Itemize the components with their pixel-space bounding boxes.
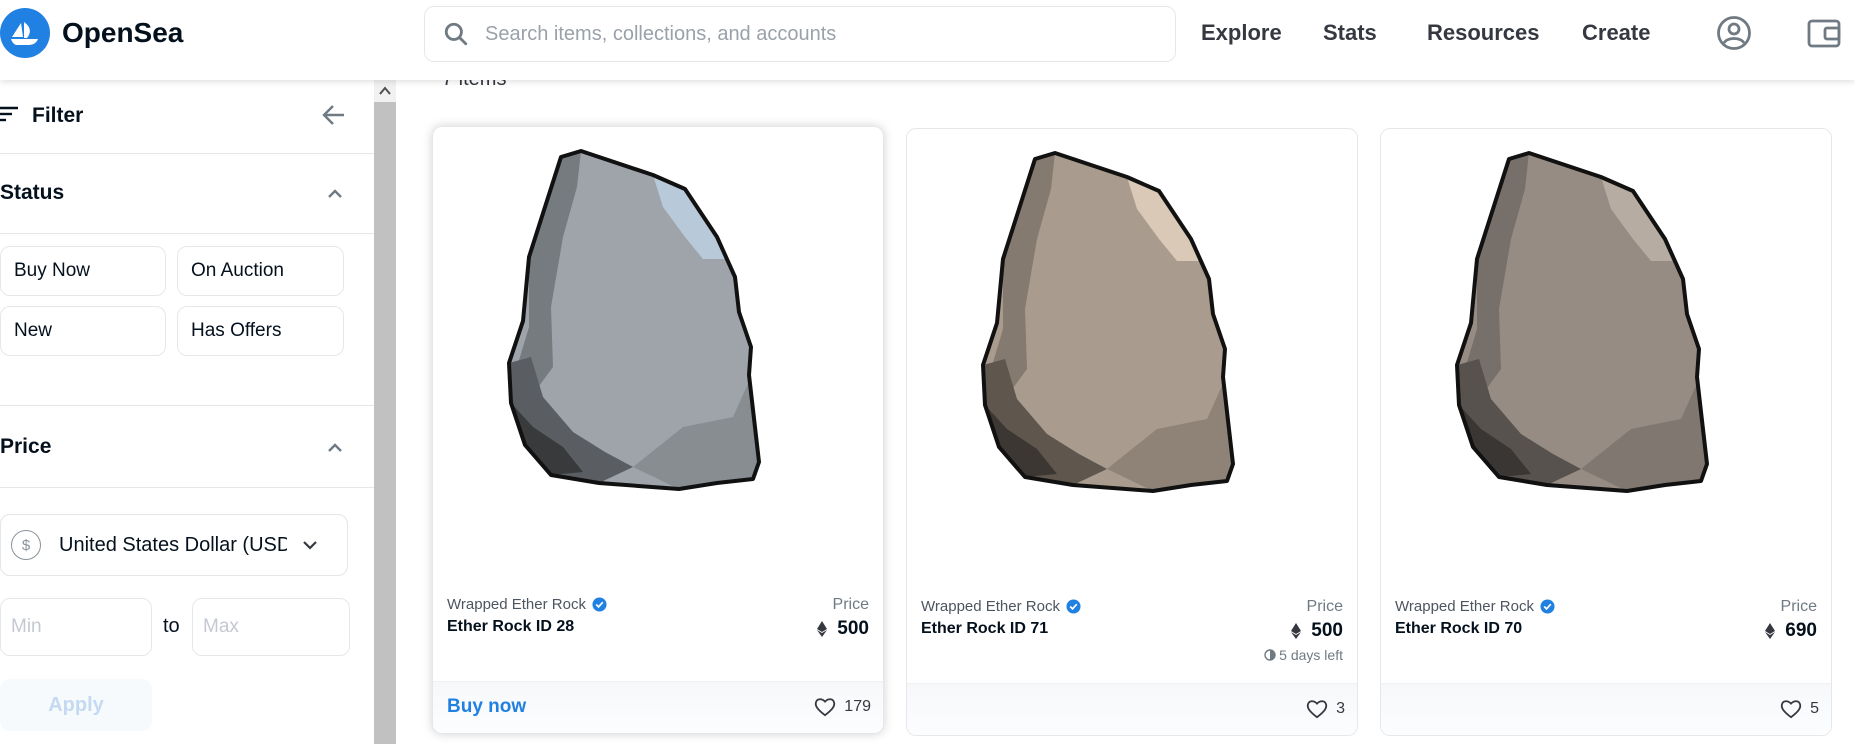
item-name: Ether Rock ID 28 bbox=[447, 618, 575, 635]
chevron-down-icon bbox=[303, 541, 317, 550]
collection-label: Wrapped Ether Rock bbox=[447, 596, 586, 613]
like-button[interactable]: 179 bbox=[814, 697, 871, 717]
eth-icon bbox=[817, 621, 828, 637]
auction-time-left: 5 days left bbox=[1264, 647, 1343, 663]
filter-label: Filter bbox=[32, 104, 84, 127]
time-left-label: 5 days left bbox=[1279, 647, 1343, 663]
price-label: Price bbox=[832, 596, 869, 613]
ether-rock-image bbox=[981, 151, 1235, 493]
verified-badge-icon bbox=[1066, 599, 1081, 614]
collection-label: Wrapped Ether Rock bbox=[921, 598, 1060, 615]
status-on-auction[interactable]: On Auction bbox=[177, 246, 344, 296]
heart-icon bbox=[1306, 700, 1328, 719]
currency-value: United States Dollar (USD) bbox=[59, 533, 287, 556]
like-button[interactable]: 3 bbox=[1306, 699, 1345, 719]
filter-icon bbox=[0, 106, 18, 122]
status-options: Buy Now On Auction New Has Offers bbox=[0, 234, 374, 406]
apply-button[interactable]: Apply bbox=[0, 679, 152, 731]
card-footer: 3 bbox=[907, 683, 1357, 735]
opensea-boat-icon bbox=[0, 8, 50, 58]
eth-icon bbox=[1765, 623, 1776, 639]
like-count: 179 bbox=[844, 698, 871, 715]
status-has-offers[interactable]: Has Offers bbox=[177, 306, 344, 356]
price-label: Price bbox=[0, 435, 52, 458]
opensea-logo[interactable]: OpenSea bbox=[0, 8, 183, 58]
card-footer: Buy now 179 bbox=[433, 681, 883, 733]
collapse-arrow-icon[interactable] bbox=[322, 104, 346, 126]
sidebar-scrollbar[interactable] bbox=[374, 80, 396, 744]
nft-card[interactable]: Wrapped Ether Rock Ether Rock ID 70 Pric… bbox=[1380, 128, 1832, 736]
eth-icon bbox=[1291, 623, 1302, 639]
collection-label: Wrapped Ether Rock bbox=[1395, 598, 1534, 615]
buy-now-button[interactable]: Buy now bbox=[447, 696, 526, 718]
item-price: 500 bbox=[817, 618, 869, 640]
status-new[interactable]: New bbox=[0, 306, 166, 356]
status-section-header[interactable]: Status bbox=[0, 154, 374, 234]
currency-select[interactable]: $ United States Dollar (USD) bbox=[0, 514, 348, 576]
nav-resources[interactable]: Resources bbox=[1427, 20, 1540, 46]
collection-name[interactable]: Wrapped Ether Rock bbox=[1395, 598, 1555, 615]
verified-badge-icon bbox=[592, 597, 607, 612]
card-footer: 5 bbox=[1381, 683, 1831, 735]
price-label: Price bbox=[1780, 598, 1817, 615]
price-min-input[interactable] bbox=[0, 598, 152, 656]
price-value: 500 bbox=[1311, 620, 1343, 641]
ether-rock-image bbox=[507, 149, 761, 491]
nav-create[interactable]: Create bbox=[1582, 20, 1650, 46]
search-input[interactable] bbox=[485, 22, 1145, 46]
collection-name[interactable]: Wrapped Ether Rock bbox=[447, 596, 607, 613]
wallet-icon[interactable] bbox=[1805, 14, 1843, 52]
nft-card[interactable]: Wrapped Ether Rock Ether Rock ID 28 Pric… bbox=[432, 126, 884, 734]
item-price: 690 bbox=[1765, 620, 1817, 642]
status-buy-now[interactable]: Buy Now bbox=[0, 246, 166, 296]
like-count: 5 bbox=[1810, 700, 1819, 717]
price-to-label: to bbox=[163, 615, 180, 637]
like-count: 3 bbox=[1336, 700, 1345, 717]
price-value: 690 bbox=[1785, 620, 1817, 641]
filter-header[interactable]: Filter bbox=[0, 80, 374, 154]
status-label: Status bbox=[0, 181, 65, 204]
ether-rock-image bbox=[1455, 151, 1709, 493]
price-max-input[interactable] bbox=[192, 598, 350, 656]
top-header: OpenSea Explore Stats Resources Create bbox=[0, 0, 1855, 80]
price-value: 500 bbox=[837, 618, 869, 639]
price-section-header[interactable]: Price bbox=[0, 406, 374, 488]
verified-badge-icon bbox=[1540, 599, 1555, 614]
account-icon[interactable] bbox=[1715, 14, 1753, 52]
heart-icon bbox=[815, 698, 836, 717]
price-label: Price bbox=[1306, 598, 1343, 615]
nav-stats[interactable]: Stats bbox=[1323, 20, 1377, 46]
brand-name: OpenSea bbox=[62, 17, 184, 48]
search-bar[interactable] bbox=[424, 6, 1176, 62]
collection-name[interactable]: Wrapped Ether Rock bbox=[921, 598, 1081, 615]
nft-card[interactable]: Wrapped Ether Rock Ether Rock ID 71 Pric… bbox=[906, 128, 1358, 736]
chevron-up-icon bbox=[328, 443, 342, 452]
heart-icon bbox=[1780, 700, 1802, 719]
chevron-up-icon bbox=[328, 189, 342, 198]
nav-explore[interactable]: Explore bbox=[1201, 20, 1282, 46]
scroll-up-arrow-icon[interactable] bbox=[374, 80, 396, 102]
item-name: Ether Rock ID 71 bbox=[921, 620, 1049, 637]
like-button[interactable]: 5 bbox=[1780, 699, 1819, 719]
item-price: 500 bbox=[1291, 620, 1343, 642]
dollar-icon: $ bbox=[11, 530, 41, 560]
item-name: Ether Rock ID 70 bbox=[1395, 620, 1523, 637]
search-icon bbox=[444, 22, 468, 46]
clock-icon bbox=[1264, 649, 1276, 661]
